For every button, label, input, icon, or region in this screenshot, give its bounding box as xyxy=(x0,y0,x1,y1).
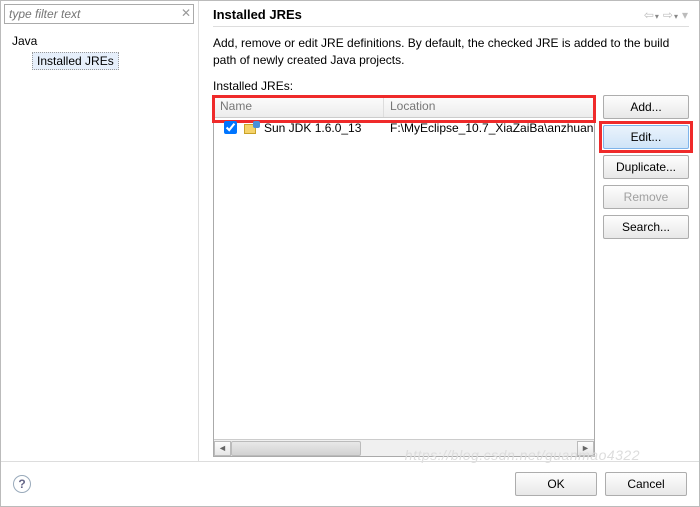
scroll-left-icon[interactable]: ◄ xyxy=(214,441,231,456)
preferences-tree: Java Installed JREs xyxy=(4,28,198,72)
page-title: Installed JREs xyxy=(213,7,302,22)
duplicate-button[interactable]: Duplicate... xyxy=(603,155,689,179)
jre-icon xyxy=(244,121,260,135)
page-description: Add, remove or edit JRE definitions. By … xyxy=(213,35,689,69)
filter-input[interactable] xyxy=(4,4,194,24)
nav-back-icon[interactable]: ⇦ xyxy=(643,8,660,22)
clear-filter-icon[interactable]: ✕ xyxy=(181,6,191,20)
jre-name: Sun JDK 1.6.0_13 xyxy=(264,121,361,135)
preferences-sidebar: ✕ Java Installed JREs xyxy=(1,1,199,461)
scroll-right-icon[interactable]: ► xyxy=(577,441,594,456)
jre-table: Name Location Sun JDK 1.6.0_13 F:\MyEcli… xyxy=(213,95,595,457)
jre-default-checkbox[interactable] xyxy=(224,121,237,134)
content-pane: Installed JREs ⇦ ⇨ ▾ Add, remove or edit… xyxy=(199,1,699,461)
column-header-name[interactable]: Name xyxy=(214,96,384,117)
tree-node-installed-jres[interactable]: Installed JREs xyxy=(32,52,119,70)
ok-button[interactable]: OK xyxy=(515,472,597,496)
nav-menu-icon[interactable]: ▾ xyxy=(681,8,689,22)
tree-node-java[interactable]: Java xyxy=(12,32,198,50)
jre-location: F:\MyEclipse_10.7_XiaZaiBa\anzhuang xyxy=(384,119,594,137)
edit-button[interactable]: Edit... xyxy=(603,125,689,149)
remove-button: Remove xyxy=(603,185,689,209)
scroll-thumb[interactable] xyxy=(231,441,361,456)
horizontal-scrollbar[interactable]: ◄ ► xyxy=(214,439,594,456)
add-button[interactable]: Add... xyxy=(603,95,689,119)
jre-button-column: Add... Edit... Duplicate... Remove Searc… xyxy=(603,95,689,457)
nav-history: ⇦ ⇨ ▾ xyxy=(643,8,689,22)
help-icon[interactable]: ? xyxy=(13,475,31,493)
dialog-footer: ? OK Cancel xyxy=(1,461,699,506)
table-row[interactable]: Sun JDK 1.6.0_13 F:\MyEclipse_10.7_XiaZa… xyxy=(214,118,594,138)
list-label: Installed JREs: xyxy=(213,79,689,93)
nav-forward-icon[interactable]: ⇨ xyxy=(662,8,679,22)
cancel-button[interactable]: Cancel xyxy=(605,472,687,496)
annotation-highlight-edit: Edit... xyxy=(599,121,693,153)
column-header-location[interactable]: Location xyxy=(384,96,594,117)
search-button[interactable]: Search... xyxy=(603,215,689,239)
